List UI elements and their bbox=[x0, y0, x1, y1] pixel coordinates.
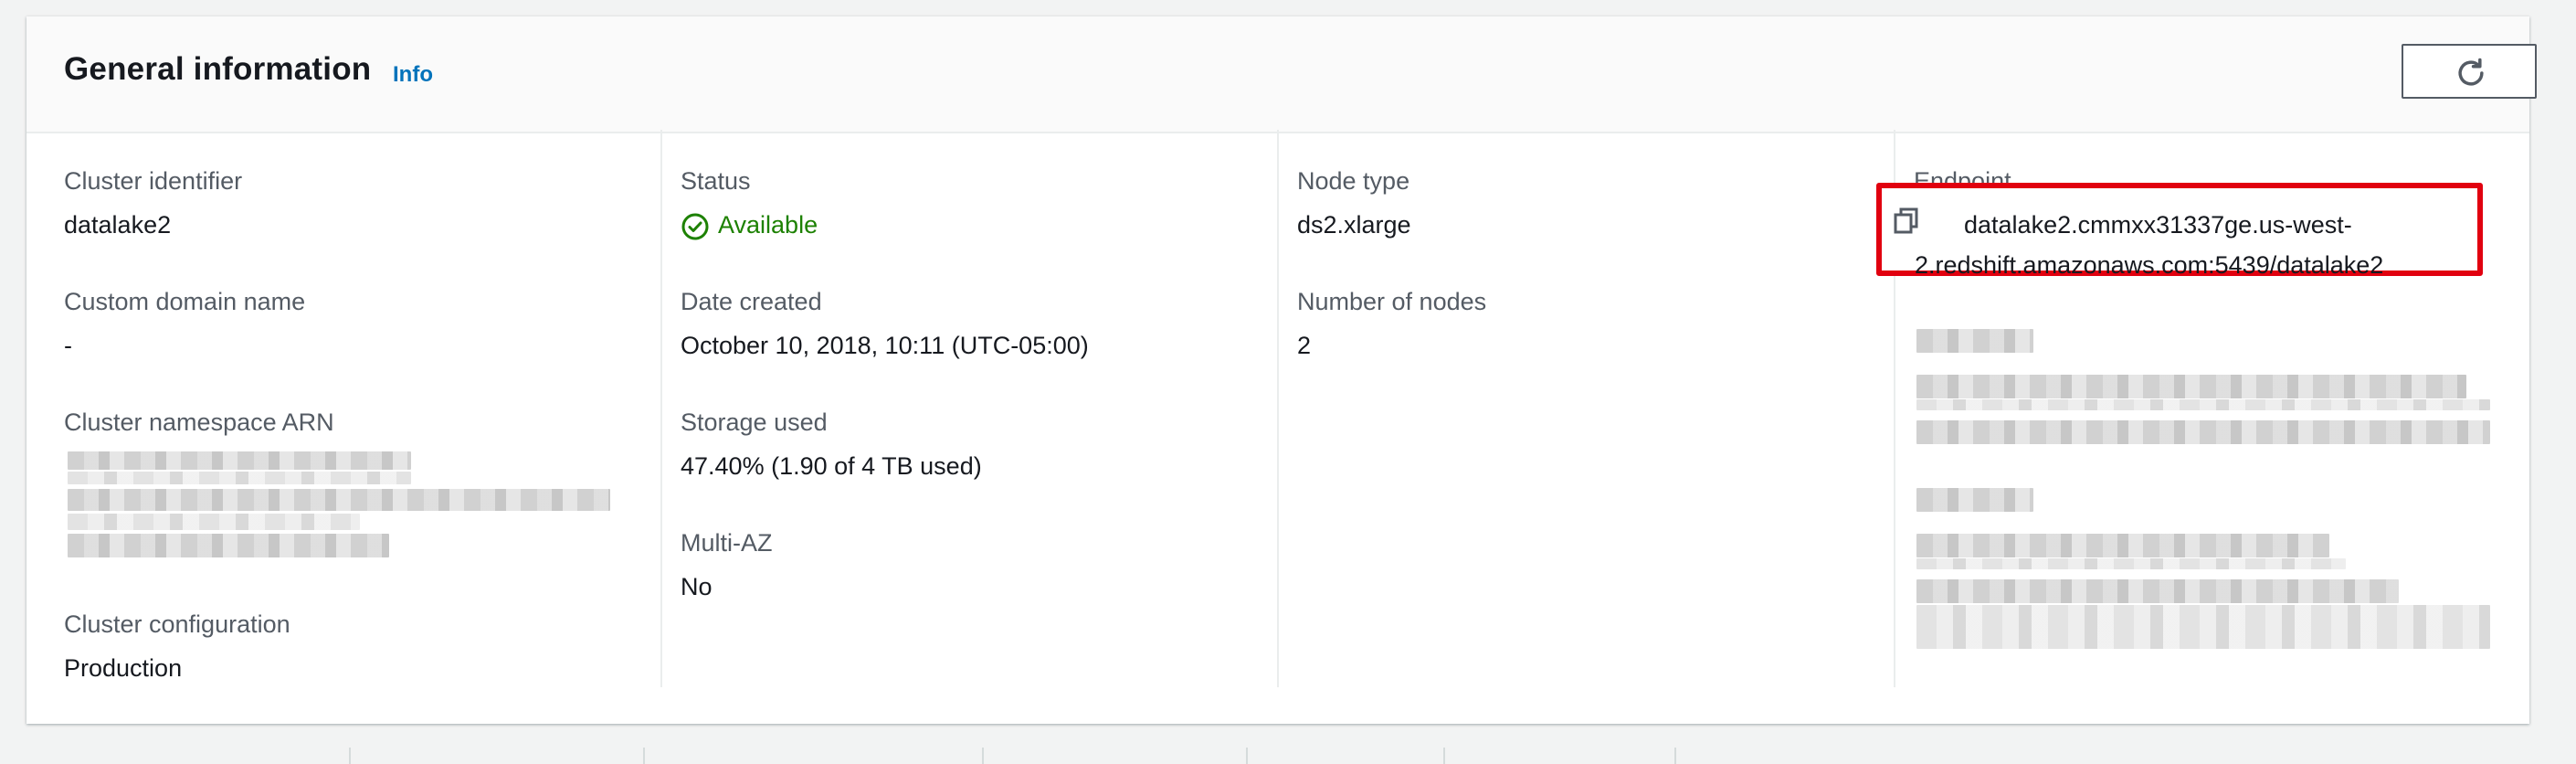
storage-used-label: Storage used bbox=[681, 409, 828, 436]
column-divider bbox=[660, 130, 662, 687]
cluster-configuration-value: Production bbox=[64, 654, 183, 682]
multi-az-value: No bbox=[681, 573, 713, 600]
redacted-arn-line bbox=[68, 451, 411, 470]
table-column-separator bbox=[643, 748, 645, 764]
cluster-namespace-arn-label: Cluster namespace ARN bbox=[64, 409, 334, 436]
number-of-nodes-value: 2 bbox=[1297, 332, 1312, 359]
redacted-value bbox=[1916, 534, 2329, 557]
custom-domain-name-value: - bbox=[64, 332, 72, 359]
redacted-value bbox=[1916, 558, 2346, 569]
panel-header: General information Info bbox=[26, 16, 2537, 133]
table-column-separator bbox=[1246, 748, 1248, 764]
custom-domain-name-label: Custom domain name bbox=[64, 288, 306, 315]
redacted-arn-line bbox=[68, 472, 411, 484]
node-type-label: Node type bbox=[1297, 167, 1410, 195]
redacted-value bbox=[1916, 420, 2490, 444]
table-column-separator bbox=[1443, 748, 1445, 764]
redacted-arn-line bbox=[68, 534, 389, 557]
check-circle-icon bbox=[681, 213, 709, 240]
number-of-nodes-label: Number of nodes bbox=[1297, 288, 1487, 315]
date-created-value: October 10, 2018, 10:11 (UTC-05:00) bbox=[681, 332, 1089, 359]
refresh-icon bbox=[2458, 58, 2484, 86]
cluster-identifier-value: datalake2 bbox=[64, 211, 172, 239]
status-value: Available bbox=[718, 211, 818, 239]
storage-used-value: 47.40% (1.90 of 4 TB used) bbox=[681, 452, 982, 480]
copy-icon[interactable] bbox=[1893, 207, 1920, 234]
table-column-separator bbox=[982, 748, 984, 764]
redacted-value bbox=[1916, 579, 2399, 603]
redacted-value bbox=[1916, 605, 2490, 649]
cluster-configuration-label: Cluster configuration bbox=[64, 610, 290, 638]
redacted-arn-line bbox=[68, 489, 610, 511]
refresh-button[interactable] bbox=[2402, 44, 2537, 99]
date-created-label: Date created bbox=[681, 288, 822, 315]
info-link[interactable]: Info bbox=[393, 62, 433, 88]
redacted-label bbox=[1916, 329, 2033, 353]
multi-az-label: Multi-AZ bbox=[681, 529, 773, 557]
redacted-label bbox=[1916, 488, 2033, 512]
node-type-value: ds2.xlarge bbox=[1297, 211, 1411, 239]
panel-title: General information bbox=[64, 51, 372, 87]
endpoint-value-line1[interactable]: datalake2.cmmxx31337ge.us-west- bbox=[1964, 211, 2352, 239]
redacted-value bbox=[1916, 375, 2466, 398]
redacted-value bbox=[1916, 399, 2490, 410]
status-label: Status bbox=[681, 167, 751, 195]
cluster-identifier-label: Cluster identifier bbox=[64, 167, 243, 195]
table-column-separator bbox=[1674, 748, 1676, 764]
endpoint-value-line2[interactable]: 2.redshift.amazonaws.com:5439/datalake2 bbox=[1915, 251, 2383, 280]
column-divider bbox=[1277, 130, 1279, 687]
table-column-separator bbox=[349, 748, 351, 764]
redacted-arn-line bbox=[68, 514, 360, 530]
